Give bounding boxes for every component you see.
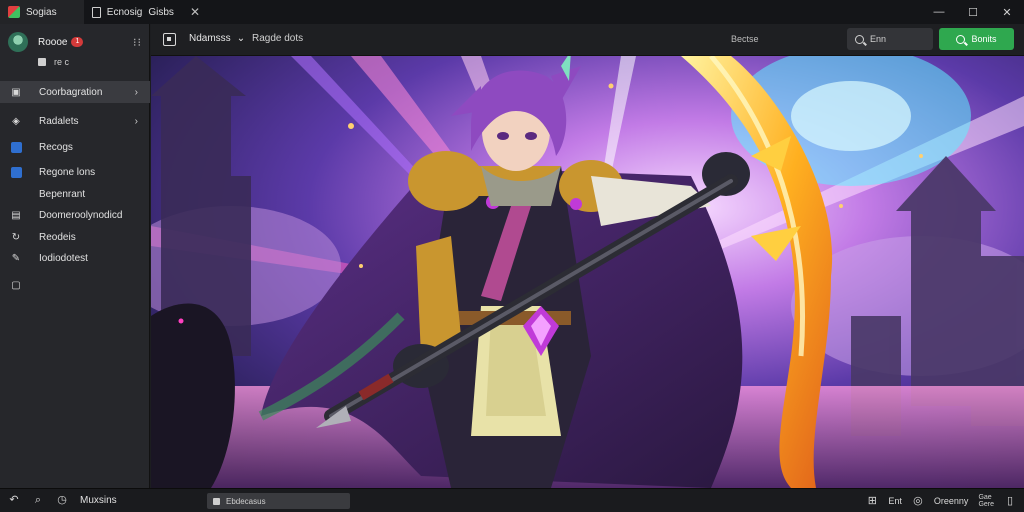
- sidebar-item-recogs[interactable]: Recogs: [0, 136, 150, 158]
- tab-sublabel: Gisbs: [148, 6, 174, 18]
- sidebar-item-label: Bepenrant: [39, 188, 86, 200]
- chevron-down-icon: ⌄: [236, 33, 246, 44]
- primary-action-label: Bonits: [971, 34, 997, 44]
- sidebar-item-label: Coorbagration: [39, 86, 103, 98]
- blue-square-icon: [10, 141, 22, 153]
- tab-label: Ecnosig: [106, 6, 143, 18]
- search-icon[interactable]: ⌕: [32, 494, 44, 506]
- file-icon: [92, 6, 101, 18]
- bottom-right-label-1[interactable]: Ent: [888, 496, 902, 506]
- image-icon: ▤: [11, 209, 21, 221]
- search-input[interactable]: Enn: [847, 28, 933, 50]
- bottom-left-group: ↶ ⌕ ◷ Muxsins: [8, 494, 117, 506]
- pin-icon: ✎: [11, 252, 21, 264]
- minimize-button[interactable]: —: [922, 0, 956, 24]
- view-dropdown-label: Ndamsss: [189, 33, 231, 44]
- chevron-right-icon: ›: [134, 115, 138, 127]
- toolbar-sub-label[interactable]: Ragde dots: [252, 33, 303, 44]
- maximize-button[interactable]: ☐: [956, 0, 990, 24]
- panel-toggle-icon[interactable]: [163, 33, 176, 46]
- toolbar-center-label: Bectse: [731, 34, 759, 44]
- bottom-stack: Gae Gere: [978, 494, 994, 508]
- profile-subrow[interactable]: re c: [38, 57, 69, 67]
- sidebar-item-coorbagration[interactable]: ▣ Coorbagration ›: [0, 81, 150, 103]
- square-icon: [213, 497, 220, 505]
- sidebar: Roooe 1 ⁝⁝ re c ▣ Coorbagration › ◈ Rada…: [0, 24, 150, 488]
- stack-top-label: Gae: [978, 494, 992, 501]
- close-window-button[interactable]: ✕: [990, 0, 1024, 24]
- grid-icon[interactable]: ⊞: [866, 495, 878, 507]
- panel-icon[interactable]: ▯: [1004, 495, 1016, 507]
- dashboard-icon: ▣: [11, 86, 21, 98]
- profile-name: Roooe: [38, 36, 68, 48]
- artwork-viewport[interactable]: [151, 56, 1024, 488]
- primary-action-button[interactable]: Bonits: [939, 28, 1014, 50]
- square-icon: [38, 58, 46, 66]
- bottom-right-group: ⊞ Ent ◎ Oreenny Gae Gere ▯: [866, 494, 1016, 508]
- undo-icon[interactable]: ↶: [8, 494, 20, 506]
- sidebar-item-regone-lons[interactable]: Regone lons: [0, 161, 150, 183]
- window-controls: — ☐ ✕: [922, 0, 1024, 24]
- chevron-right-icon: ›: [134, 86, 138, 98]
- chat-icon: ▢: [11, 279, 21, 291]
- layers-icon: ◈: [12, 115, 20, 127]
- sidebar-item-bepenrant[interactable]: Bepenrant: [0, 183, 150, 205]
- notification-badge: 1: [71, 37, 84, 47]
- fantasy-warrior-artwork: [151, 56, 1024, 488]
- bottom-input-field[interactable]: Ebdecasus: [207, 493, 350, 509]
- refresh-icon: ↻: [11, 231, 21, 243]
- profile-row[interactable]: Roooe 1 ⁝⁝: [8, 32, 142, 52]
- title-bar: Sogias Ecnosig Gisbs ✕ — ☐ ✕: [0, 0, 1024, 24]
- clock-icon[interactable]: ◷: [56, 494, 68, 506]
- search-icon: [956, 34, 966, 44]
- search-icon: [855, 34, 864, 44]
- sidebar-item-label: Radalets: [39, 115, 79, 127]
- sidebar-item-chat[interactable]: ▢: [0, 274, 150, 296]
- sidebar-item-label: Doomeroolynodicd: [39, 209, 123, 221]
- sidebar-item-label: Recogs: [39, 141, 73, 153]
- sidebar-item-radalets[interactable]: ◈ Radalets ›: [0, 110, 150, 132]
- bottom-right-label-2[interactable]: Oreenny: [934, 496, 969, 506]
- stack-bottom-label: Gere: [978, 501, 994, 508]
- tab-label: Sogias: [26, 6, 57, 18]
- tab-sogias[interactable]: Sogias: [0, 0, 84, 24]
- profile-subrow-text: re c: [54, 57, 70, 67]
- globe-icon[interactable]: ◎: [912, 495, 924, 507]
- bottom-input-value: Ebdecasus: [226, 496, 266, 506]
- bottom-label: Muxsins: [80, 494, 117, 506]
- blue-square-icon: [10, 166, 22, 178]
- bottom-bar: ↶ ⌕ ◷ Muxsins Ebdecasus ⊞ Ent ◎ Oreenny …: [0, 488, 1024, 512]
- sidebar-item-doomeroolynodicd[interactable]: ▤ Doomeroolynodicd: [0, 204, 150, 226]
- tab-document[interactable]: Ecnosig Gisbs ✕: [84, 0, 208, 24]
- search-label: Enn: [870, 34, 887, 44]
- top-toolbar: Ndamsss ⌄ Ragde dots Bectse Enn Bonits: [151, 24, 1024, 56]
- sidebar-item-label: Iodiodotest: [39, 252, 88, 264]
- avatar[interactable]: [8, 32, 28, 52]
- app-logo-icon: [8, 6, 20, 18]
- close-tab-icon[interactable]: ✕: [190, 5, 200, 19]
- sidebar-item-label: Reodeis: [39, 231, 76, 243]
- sidebar-item-label: Regone lons: [39, 166, 96, 178]
- sidebar-item-iodiodotest[interactable]: ✎ Iodiodotest: [0, 247, 150, 269]
- more-dots-icon[interactable]: ⁝⁝: [133, 36, 142, 49]
- view-dropdown[interactable]: Ndamsss ⌄: [189, 33, 245, 44]
- sidebar-item-reodeis[interactable]: ↻ Reodeis: [0, 226, 150, 248]
